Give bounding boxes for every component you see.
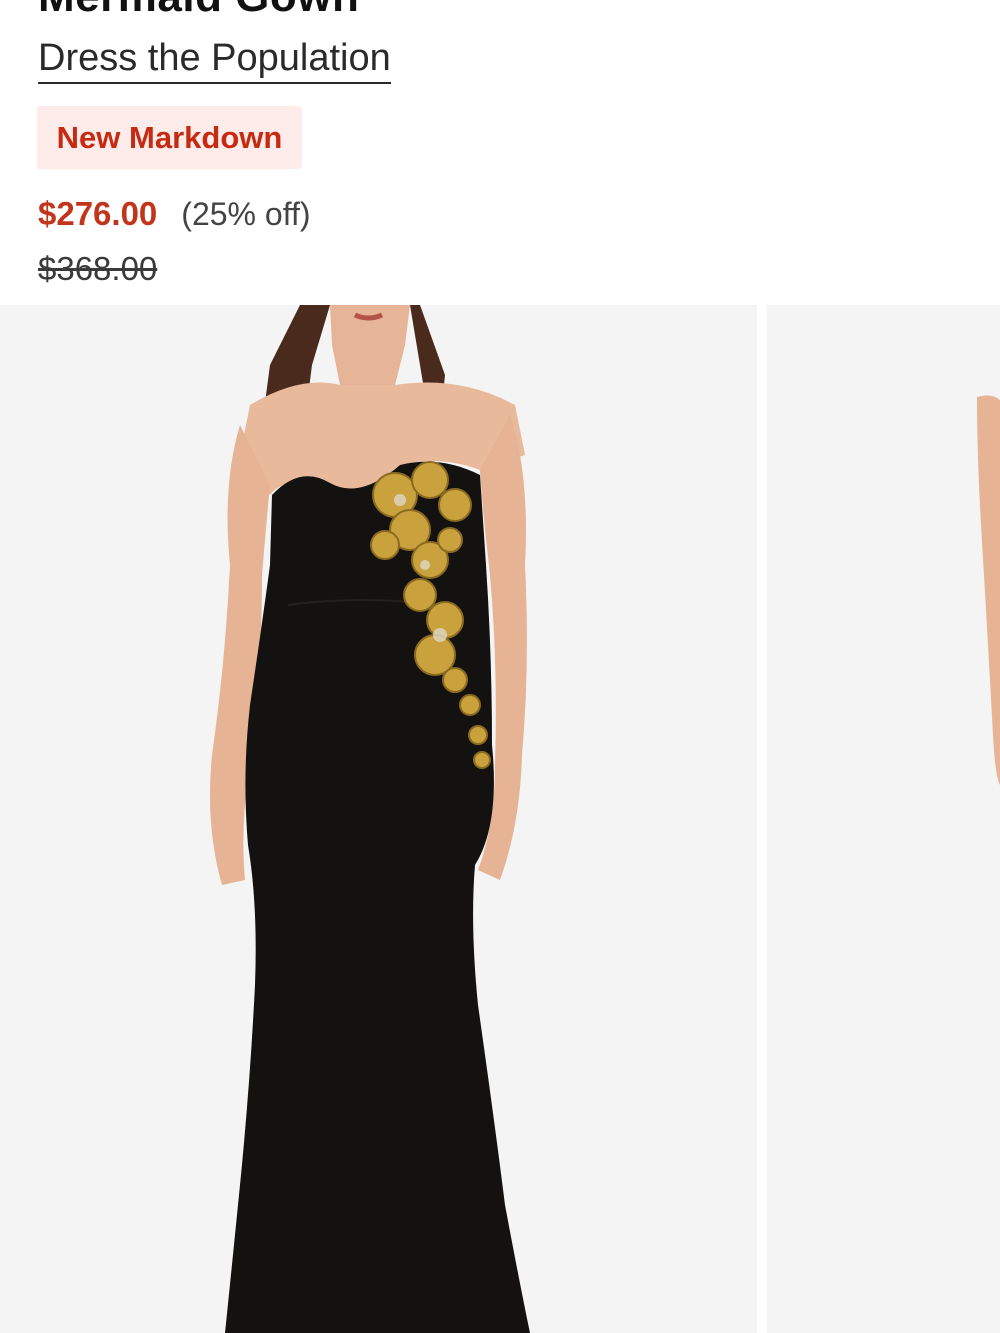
next-photo-preview: [767, 305, 1000, 1333]
sale-price: $276.00: [38, 195, 158, 232]
original-price: $368.00: [38, 250, 158, 287]
gown-illustration: [0, 305, 757, 1333]
product-header: Mermaid Gown Dress the Population New Ma…: [0, 0, 1000, 305]
discount-percent: (25% off): [181, 196, 311, 232]
markdown-badge: New Markdown: [37, 106, 302, 169]
product-title: Mermaid Gown: [38, 0, 359, 22]
product-image-main[interactable]: [0, 305, 757, 1333]
product-image-next[interactable]: [767, 305, 1000, 1333]
image-carousel[interactable]: [0, 305, 1000, 1333]
brand-link[interactable]: Dress the Population: [38, 36, 391, 84]
price-row: $276.00 (25% off): [38, 195, 311, 233]
